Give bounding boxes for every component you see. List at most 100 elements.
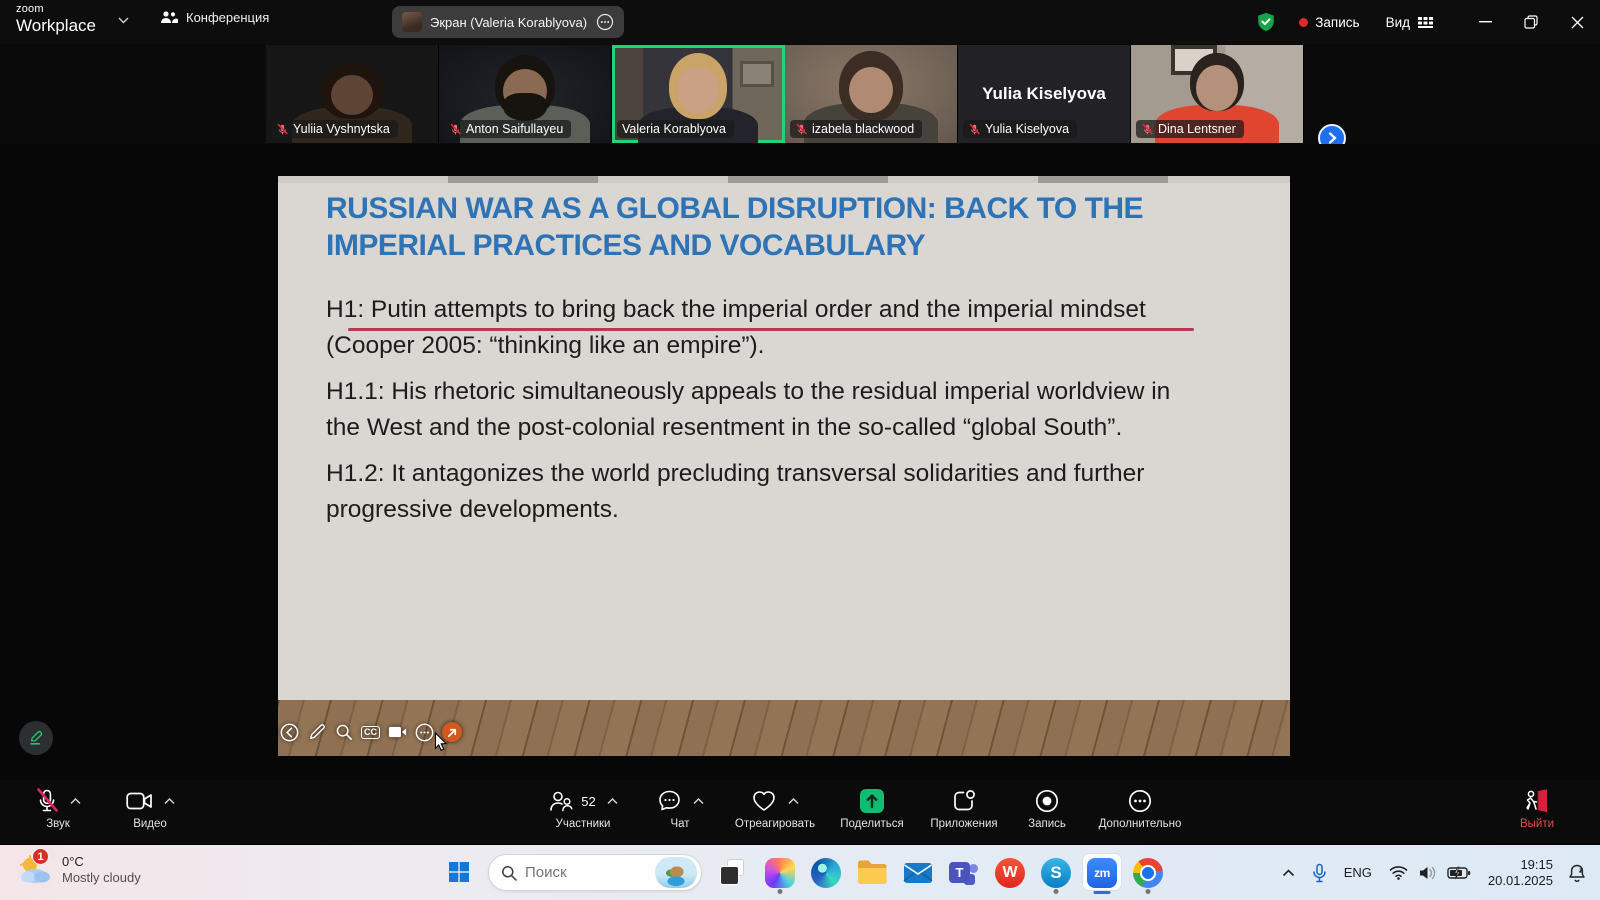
leave-label: Выйти [1520, 818, 1554, 830]
task-view-icon [718, 857, 750, 889]
edge-icon [811, 858, 841, 888]
video-button[interactable]: Видео [85, 786, 215, 830]
copilot-icon [765, 858, 795, 888]
participant-nametag: Valeria Korablyova [617, 120, 734, 138]
more-label: Дополнительно [1099, 818, 1182, 830]
slide-paragraph-h1-1: H1.1: His rhetoric simultaneously appeal… [326, 374, 1208, 446]
weather-condition: Mostly cloudy [62, 870, 141, 885]
more-options-icon[interactable] [596, 13, 614, 31]
wps-icon: W [995, 858, 1025, 888]
start-button[interactable] [445, 858, 473, 886]
camera-icon[interactable] [388, 723, 407, 742]
taskbar-app-skype[interactable]: S [1033, 851, 1079, 895]
chat-icon [657, 789, 682, 813]
more-icon [1127, 788, 1153, 814]
security-shield-icon[interactable] [1255, 11, 1277, 33]
search-daily-image[interactable] [655, 857, 697, 888]
logo-zoom-text: zoom [16, 4, 96, 15]
close-button[interactable] [1554, 0, 1600, 44]
taskbar-app-mail[interactable] [895, 851, 941, 895]
taskbar-app-zoom-active[interactable]: zm [1079, 851, 1125, 895]
zoom-tool-icon[interactable] [334, 723, 353, 742]
taskbar-app-edge[interactable] [803, 851, 849, 895]
video-strip: Yuliia Vyshnytska Anton Saifullayeu [0, 44, 1600, 144]
participants-count: 52 [581, 794, 595, 809]
taskbar-app-teams[interactable]: T [941, 851, 987, 895]
participant-name: Yuliia Vyshnytska [293, 122, 390, 136]
react-options-chevron[interactable] [788, 798, 799, 805]
recording-label: Запись [1315, 15, 1359, 30]
skype-icon: S [1041, 858, 1071, 888]
tab-conference[interactable]: Конференция [160, 10, 269, 25]
speaker-icon[interactable] [1418, 865, 1437, 881]
view-button[interactable]: Вид [1386, 15, 1434, 30]
participant-tile[interactable]: izabela blackwood [785, 45, 958, 143]
slide-top-crop [278, 176, 1290, 183]
participant-tile[interactable]: Anton Saifullayeu [439, 45, 612, 143]
language-indicator[interactable]: ENG [1344, 865, 1372, 880]
captions-icon[interactable]: CC [361, 723, 380, 742]
annotate-button[interactable] [19, 721, 53, 755]
pen-tool-icon[interactable] [307, 723, 326, 742]
leave-button[interactable]: Выйти [1472, 786, 1600, 830]
tab-conference-label: Конференция [186, 10, 269, 25]
react-label: Отреагировать [735, 818, 815, 830]
participant-tile-video-off[interactable]: Yulia Kiselyova Yulia Kiselyova [958, 45, 1131, 143]
people-icon [160, 10, 178, 25]
participant-tile[interactable]: Dina Lentsner [1131, 45, 1304, 143]
muted-mic-icon [276, 123, 289, 136]
windows-logo-icon [448, 861, 470, 883]
restore-button[interactable] [1508, 0, 1554, 44]
close-icon [1571, 16, 1584, 29]
participant-name: izabela blackwood [812, 122, 914, 136]
notification-bell-icon[interactable] [1568, 863, 1586, 883]
share-label: Поделиться [840, 818, 904, 830]
mail-icon [903, 860, 933, 886]
chevron-right-icon [1328, 132, 1337, 144]
taskbar-app-task-view[interactable] [711, 851, 757, 895]
participant-name: Yulia Kiselyova [985, 122, 1069, 136]
more-button[interactable]: Дополнительно [1075, 786, 1205, 830]
muted-mic-icon [35, 788, 59, 814]
weather-widget[interactable]: 1 0°C Mostly cloudy [18, 852, 141, 886]
participants-icon [548, 789, 574, 813]
tab-shared-screen[interactable]: Экран (Valeria Korablyova) [392, 6, 624, 38]
windows-taskbar: 1 0°C Mostly cloudy [0, 845, 1600, 900]
previous-slide-button[interactable] [280, 723, 299, 742]
view-label: Вид [1386, 15, 1410, 30]
minimize-button[interactable] [1462, 0, 1508, 44]
teams-icon: T [949, 858, 979, 888]
share-screen-icon [859, 788, 885, 814]
participant-tile-active-speaker[interactable]: Valeria Korablyova [612, 45, 785, 143]
more-tools-icon[interactable] [415, 723, 434, 742]
taskbar-search[interactable] [488, 854, 702, 891]
participant-nametag: Anton Saifullayeu [444, 120, 571, 138]
restore-icon [1524, 15, 1538, 29]
participant-name: Dina Lentsner [1158, 122, 1236, 136]
muted-mic-icon [795, 123, 808, 136]
record-label: Запись [1028, 818, 1066, 830]
clock[interactable]: 19:15 20.01.2025 [1488, 857, 1553, 889]
search-input[interactable] [525, 864, 647, 881]
battery-icon[interactable] [1447, 866, 1471, 880]
taskbar-app-copilot[interactable] [757, 851, 803, 895]
slide-title: RUSSIAN WAR AS A GLOBAL DISRUPTION: BACK… [326, 190, 1236, 264]
hidden-icons-chevron[interactable] [1282, 869, 1295, 877]
tray-mic-icon[interactable] [1312, 863, 1327, 883]
participant-tile[interactable]: Yuliia Vyshnytska [266, 45, 439, 143]
chat-options-chevron[interactable] [693, 798, 704, 805]
recording-indicator[interactable]: Запись [1299, 15, 1359, 30]
chevron-down-icon[interactable] [118, 17, 129, 24]
audio-options-chevron[interactable] [70, 798, 81, 805]
video-options-chevron[interactable] [164, 798, 175, 805]
audio-label: Звук [46, 818, 70, 830]
video-camera-icon [126, 791, 153, 811]
wifi-icon[interactable] [1389, 865, 1408, 880]
taskbar-app-wps[interactable]: W [987, 851, 1033, 895]
shared-screen-area: RUSSIAN WAR AS A GLOBAL DISRUPTION: BACK… [0, 144, 1600, 780]
taskbar-app-file-explorer[interactable] [849, 851, 895, 895]
taskbar-app-chrome[interactable] [1125, 851, 1171, 895]
leave-door-icon [1523, 788, 1551, 814]
participant-name: Anton Saifullayeu [466, 122, 563, 136]
file-explorer-icon [856, 859, 888, 887]
